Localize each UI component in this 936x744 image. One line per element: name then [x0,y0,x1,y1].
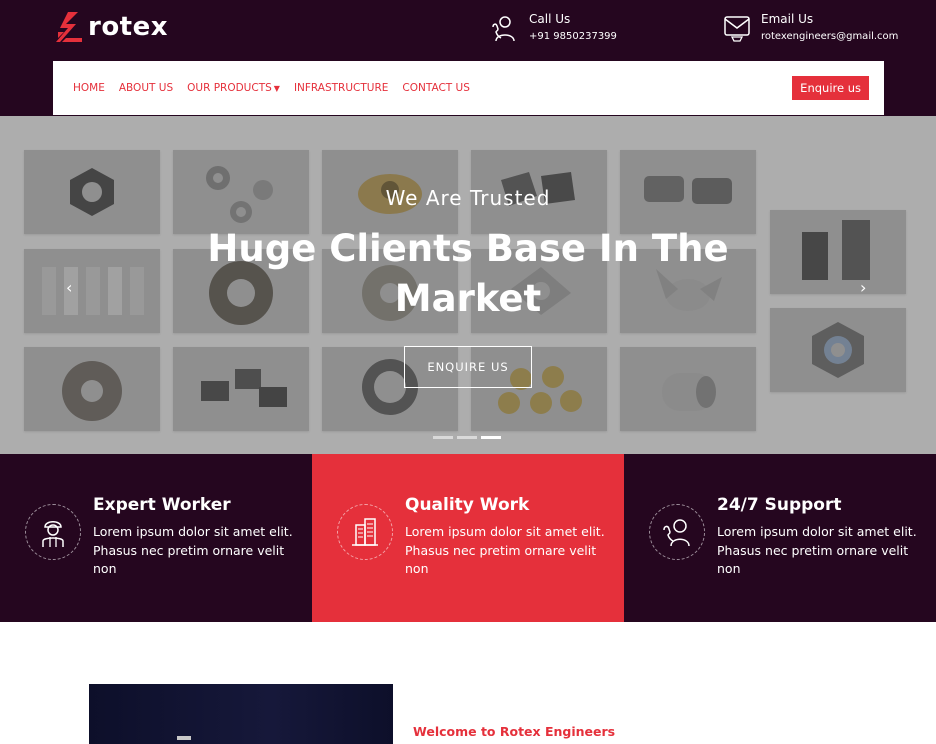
brand-logo[interactable]: rotex [54,10,168,44]
hero-subtitle: We Are Trusted [385,186,551,210]
brand-name: rotex [88,12,169,42]
hero-title-line-1: Huge Clients Base In The [207,227,729,270]
caret-down-icon: ▼ [273,84,280,93]
hero-title-line-2: Market [394,277,542,320]
features-strip: Expert Worker Lorem ipsum dolor sit amet… [0,454,936,622]
hero-title: Huge Clients Base In The Market [0,224,936,324]
call-us-title: Call Us [529,12,571,26]
support-icon [649,504,705,560]
hero-enquire-button[interactable]: ENQUIRE US [404,346,532,388]
feature-title: Quality Work [405,495,530,515]
nav-item-home[interactable]: HOME [73,82,105,94]
feature-text: Lorem ipsum dolor sit amet elit. Phasus … [93,524,293,576]
building-icon [337,504,393,560]
call-us-block[interactable]: Call Us +91 9850237399 [490,11,617,45]
about-image [89,684,393,744]
about-image-detail [177,736,191,740]
phone-number[interactable]: +91 9850237399 [529,29,617,45]
slider-indicators [433,436,505,439]
phone-support-icon [492,16,515,42]
chevron-right-icon[interactable]: › [860,278,866,297]
email-us-block[interactable]: Email Us rotexengineers@gmail.com [722,11,898,45]
worker-icon [25,504,81,560]
nav-item-our-products[interactable]: OUR PRODUCTS ▼ [187,82,280,94]
welcome-heading: Welcome to Rotex Engineers [413,724,616,739]
slider-dot-1[interactable] [433,436,453,439]
feature-expert-worker: Expert Worker Lorem ipsum dolor sit amet… [0,454,312,622]
nav-item-contact-us[interactable]: CONTACT US [402,82,469,94]
email-address[interactable]: rotexengineers@gmail.com [761,29,898,45]
main-navigation: HOME ABOUT US OUR PRODUCTS ▼ INFRASTRUCTU… [53,61,884,115]
feature-title: Expert Worker [93,495,231,515]
nav-menu: HOME ABOUT US OUR PRODUCTS ▼ INFRASTRUCTU… [73,82,484,94]
feature-title: 24/7 Support [717,495,842,515]
nav-item-infrastructure[interactable]: INFRASTRUCTURE [294,82,388,94]
email-us-title: Email Us [761,12,814,26]
nav-item-about-us[interactable]: ABOUT US [119,82,173,94]
hero-slider: We Are Trusted Huge Clients Base In The … [0,116,936,454]
top-header: rotex Call Us +91 9850237399 Email Us ro… [0,0,936,116]
nav-item-label: OUR PRODUCTS [187,82,272,94]
feature-text: Lorem ipsum dolor sit amet elit. Phasus … [717,524,917,576]
slider-dot-3[interactable] [481,436,501,439]
about-section: Welcome to Rotex Engineers [0,622,936,744]
feature-support: 24/7 Support Lorem ipsum dolor sit amet … [624,454,936,622]
email-icon [724,16,750,42]
logo-mark-icon [56,12,82,42]
feature-text: Lorem ipsum dolor sit amet elit. Phasus … [405,524,605,576]
slider-dot-2[interactable] [457,436,477,439]
chevron-left-icon[interactable]: ‹ [66,278,72,297]
feature-quality-work: Quality Work Lorem ipsum dolor sit amet … [312,454,624,622]
enquire-us-button[interactable]: Enquire us [792,76,869,100]
